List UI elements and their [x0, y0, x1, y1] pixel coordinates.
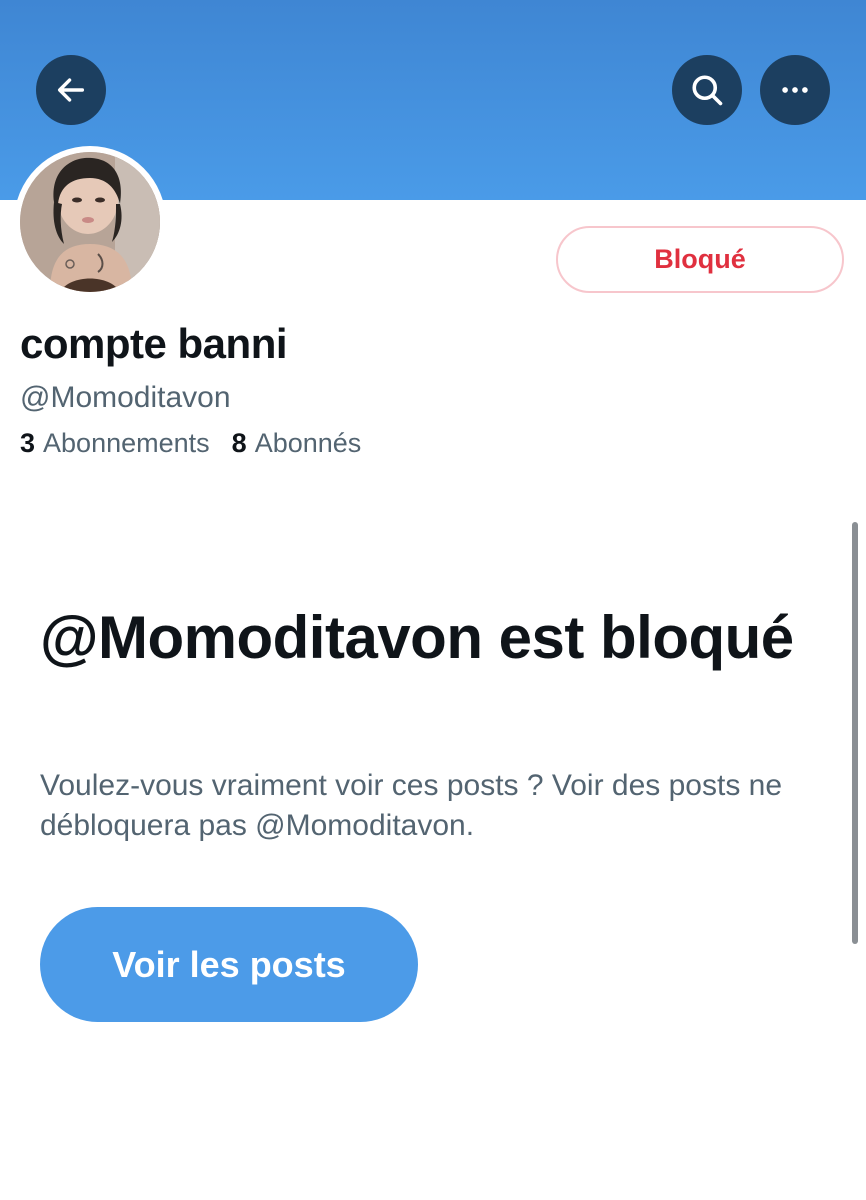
user-handle: @Momoditavon [20, 381, 231, 414]
blocked-notice-description: Voulez-vous vraiment voir ces posts ? Vo… [40, 769, 783, 842]
blocked-button[interactable]: Bloqué [556, 226, 844, 293]
avatar[interactable] [20, 152, 160, 292]
view-posts-button[interactable]: Voir les posts [40, 907, 418, 1022]
following-link[interactable]: 3 Abonnements [20, 428, 210, 459]
scrollbar[interactable] [852, 522, 858, 944]
following-count: 3 [20, 428, 36, 458]
more-options-button[interactable] [760, 55, 830, 125]
search-button[interactable] [672, 55, 742, 125]
more-horizontal-icon [782, 87, 808, 93]
profile-page: Bloqué compte banni @Momoditavon 3 Abonne… [0, 0, 866, 1200]
arrow-left-icon [57, 78, 85, 102]
blocked-notice-title: @Momoditavon est bloqué [40, 604, 794, 671]
follow-stats: 3 Abonnements 8 Abonnés [20, 428, 361, 459]
followers-link[interactable]: 8 Abonnés [232, 428, 362, 459]
followers-count: 8 [231, 428, 247, 458]
following-label: Abonnements [43, 428, 210, 458]
search-icon [692, 75, 723, 106]
back-button[interactable] [36, 55, 106, 125]
followers-label: Abonnés [254, 428, 362, 458]
avatar-image [20, 152, 160, 292]
display-name: compte banni [20, 320, 288, 367]
